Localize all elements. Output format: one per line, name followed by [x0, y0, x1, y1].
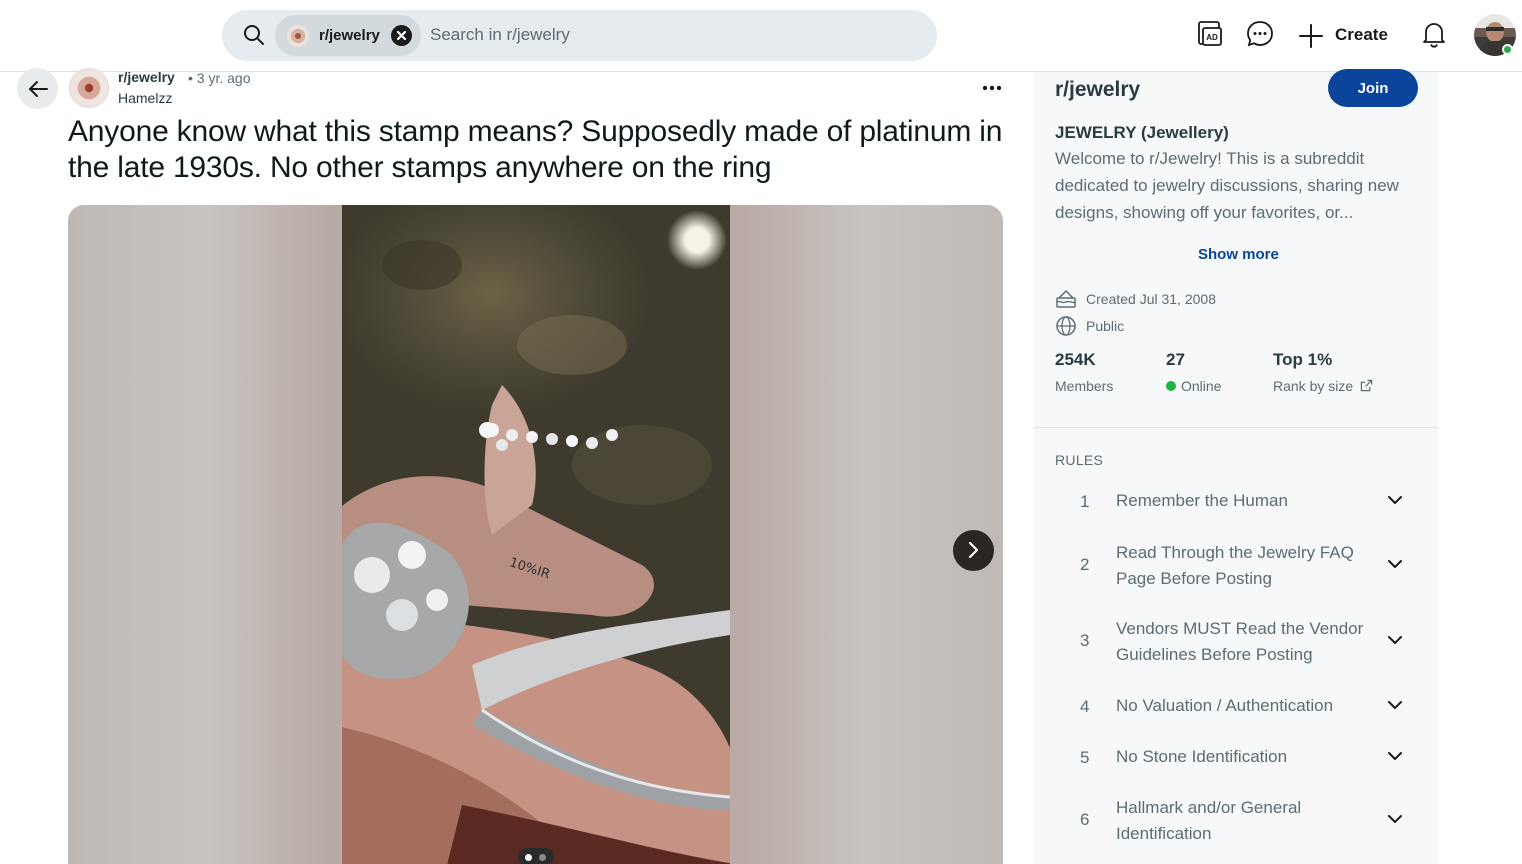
advertise-icon[interactable]: AD: [1195, 19, 1225, 49]
back-button[interactable]: [17, 68, 58, 109]
clear-scope-icon[interactable]: [391, 25, 412, 46]
plus-icon: [1299, 24, 1323, 48]
create-label: Create: [1335, 25, 1388, 44]
gallery-next-button[interactable]: [953, 530, 994, 571]
rule-text: Remember the Human: [1116, 491, 1288, 510]
rule-number: 1: [1080, 492, 1090, 511]
members-count: 254K: [1055, 350, 1096, 369]
chat-icon[interactable]: [1245, 19, 1275, 49]
arrow-left-icon: [29, 81, 48, 97]
more-options-icon[interactable]: [977, 76, 1007, 100]
sidebar-divider: [1034, 427, 1438, 428]
globe-icon: [1056, 316, 1076, 336]
members-stat: 254K Members: [1055, 350, 1113, 394]
created-date: Created Jul 31, 2008: [1086, 291, 1216, 307]
top-header: r/jewelry AD Create: [0, 0, 1522, 72]
subreddit-avatar[interactable]: [69, 68, 109, 108]
community-full-name: JEWELRY (Jewellery): [1055, 123, 1229, 142]
gallery-pagination-dots: [518, 848, 554, 864]
rule-text: No Stone Identification: [1116, 747, 1288, 766]
rule-text: Hallmark and/or General Identification: [1116, 798, 1302, 843]
rule-item[interactable]: 4 No Valuation / Authentication: [1055, 693, 1425, 723]
chevron-down-icon[interactable]: [1386, 491, 1404, 509]
chevron-down-icon[interactable]: [1386, 747, 1404, 765]
community-description: Welcome to r/Jewelry! This is a subreddi…: [1055, 149, 1399, 222]
post-subreddit-link[interactable]: r/jewelry: [118, 69, 175, 85]
visibility-label: Public: [1086, 318, 1125, 334]
svg-text:AD: AD: [1206, 33, 1218, 42]
join-button[interactable]: Join: [1328, 69, 1418, 107]
rank-value: Top 1%: [1273, 350, 1333, 369]
rules-heading: RULES: [1055, 452, 1104, 468]
rule-item[interactable]: 2 Read Through the Jewelry FAQ Page Befo…: [1055, 540, 1425, 594]
search-input[interactable]: [430, 23, 910, 47]
rule-item[interactable]: 1 Remember the Human: [1055, 488, 1425, 518]
rule-item[interactable]: 6 Hallmark and/or General Identification: [1055, 795, 1425, 849]
post-timestamp: • 3 yr. ago: [188, 70, 251, 86]
rule-text: Read Through the Jewelry FAQ Page Before…: [1116, 543, 1354, 588]
online-indicator-icon: [1166, 381, 1176, 391]
cake-icon: [1056, 289, 1076, 308]
online-label-row: Online: [1166, 378, 1221, 394]
rank-stat: Top 1% Rank by size: [1273, 350, 1373, 394]
post-author-link[interactable]: Hamelzz: [118, 90, 172, 106]
search-scope-chip[interactable]: r/jewelry: [275, 15, 421, 56]
online-status-dot: [1502, 44, 1513, 55]
search-scope-label: r/jewelry: [319, 27, 380, 44]
chevron-down-icon[interactable]: [1386, 696, 1404, 714]
online-label: Online: [1181, 378, 1222, 394]
chevron-down-icon[interactable]: [1386, 631, 1404, 649]
rule-number: 2: [1080, 555, 1090, 574]
rule-number: 5: [1080, 748, 1090, 767]
community-sidebar: r/jewelry Join JEWELRY (Jewellery) Welco…: [1034, 69, 1438, 864]
search-icon: [244, 25, 264, 45]
online-stat: 27 Online: [1166, 350, 1221, 394]
rule-item[interactable]: 5 No Stone Identification: [1055, 744, 1425, 774]
chevron-down-icon[interactable]: [1386, 810, 1404, 828]
chevron-right-icon: [968, 541, 979, 559]
gallery-dot[interactable]: [539, 854, 546, 861]
online-count: 27: [1166, 350, 1185, 369]
external-link-icon: [1360, 379, 1373, 392]
subreddit-icon: [287, 25, 309, 47]
ring-photo: 10%IR: [342, 205, 730, 864]
community-title: r/jewelry: [1055, 78, 1141, 101]
rank-label: Rank by size: [1273, 378, 1354, 394]
rank-label-row[interactable]: Rank by size: [1273, 378, 1373, 394]
post-title: Anyone know what this stamp means? Suppo…: [68, 115, 1003, 184]
rule-text: Vendors MUST Read the Vendor Guidelines …: [1116, 619, 1364, 664]
create-button[interactable]: Create: [1296, 21, 1392, 51]
gallery-dot-active[interactable]: [525, 854, 532, 861]
rule-number: 3: [1080, 631, 1090, 650]
notification-bell-icon[interactable]: [1419, 19, 1449, 49]
rule-item[interactable]: 3 Vendors MUST Read the Vendor Guideline…: [1055, 616, 1425, 670]
rule-number: 4: [1080, 697, 1090, 716]
members-label: Members: [1055, 378, 1114, 394]
chevron-down-icon[interactable]: [1386, 555, 1404, 573]
post-image-gallery[interactable]: 10%IR: [68, 205, 1003, 864]
show-more-button[interactable]: Show more: [1198, 246, 1279, 263]
rule-number: 6: [1080, 810, 1090, 829]
search-bar[interactable]: r/jewelry: [222, 10, 937, 61]
rule-text: No Valuation / Authentication: [1116, 696, 1334, 715]
